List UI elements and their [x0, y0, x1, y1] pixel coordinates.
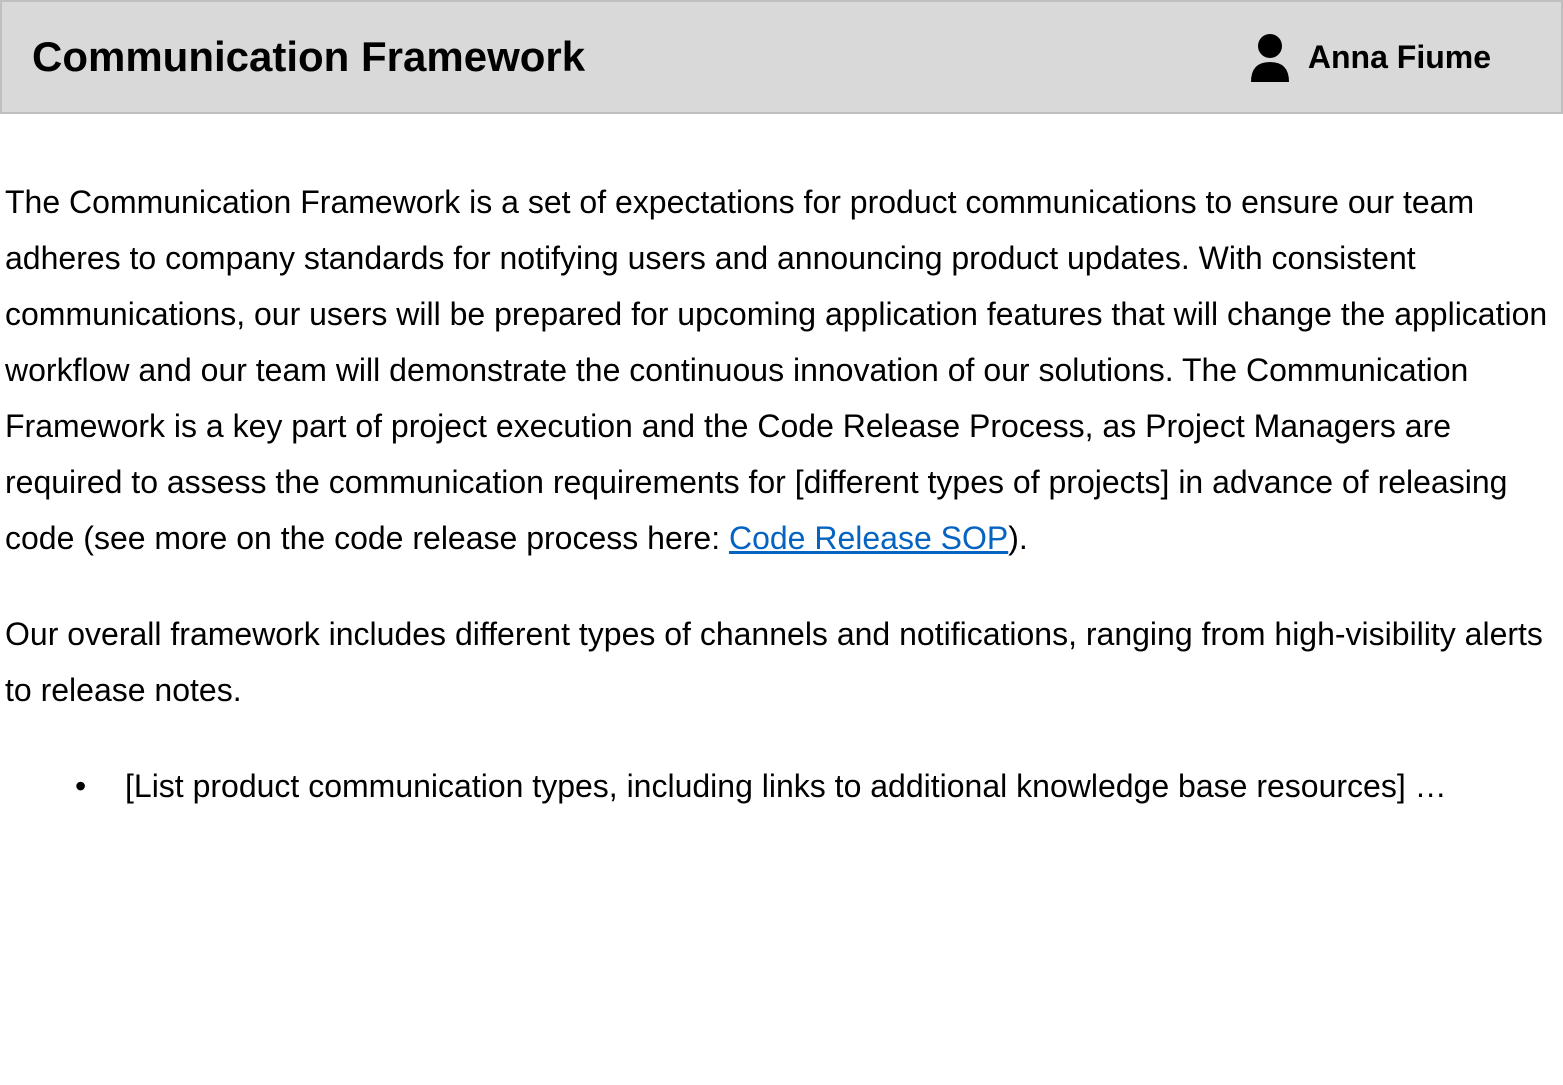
list-item: [List product communication types, inclu…	[75, 758, 1558, 814]
page-header: Communication Framework Anna Fiume	[0, 0, 1563, 114]
document-content: The Communication Framework is a set of …	[0, 114, 1563, 834]
communication-types-list: [List product communication types, inclu…	[5, 758, 1558, 814]
intro-text-part2: ).	[1008, 520, 1028, 556]
intro-text-part1: The Communication Framework is a set of …	[5, 184, 1547, 556]
user-section: Anna Fiume	[1247, 32, 1491, 82]
framework-paragraph: Our overall framework includes different…	[5, 606, 1558, 718]
code-release-sop-link[interactable]: Code Release SOP	[729, 520, 1008, 556]
page-title: Communication Framework	[32, 33, 585, 81]
user-icon	[1247, 32, 1293, 82]
intro-paragraph: The Communication Framework is a set of …	[5, 174, 1558, 566]
user-name: Anna Fiume	[1308, 39, 1491, 76]
